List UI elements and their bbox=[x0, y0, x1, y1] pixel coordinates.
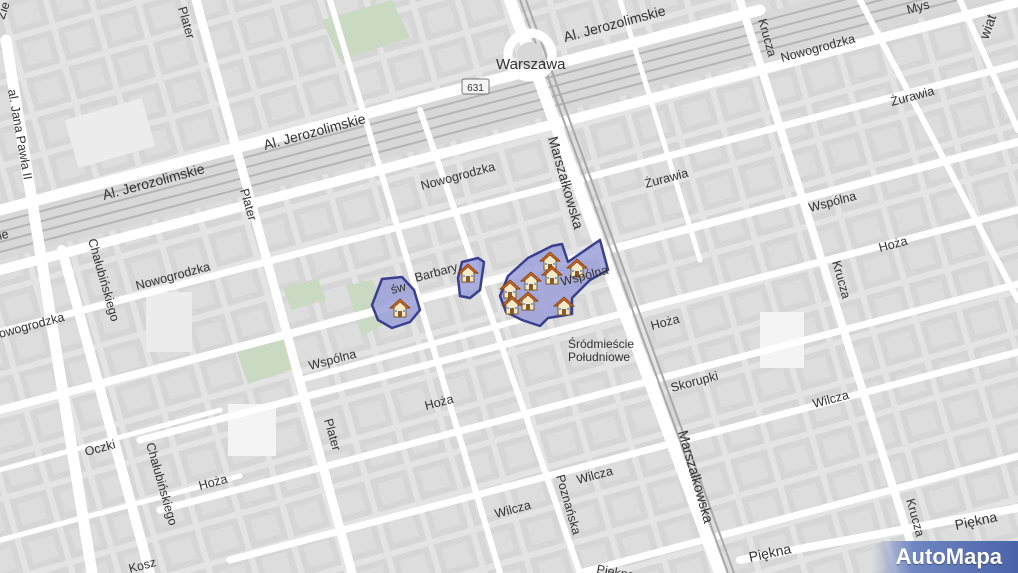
attribution-logo[interactable]: AutoMapa bbox=[872, 541, 1018, 573]
attribution-text: AutoMapa bbox=[895, 544, 1002, 569]
map-view[interactable]: 631 Warszawa Śródmieście Południowe Al. … bbox=[0, 0, 1018, 573]
map-canvas[interactable]: 631 Warszawa Śródmieście Południowe Al. … bbox=[0, 0, 1018, 573]
city-label: Warszawa bbox=[496, 56, 566, 73]
building bbox=[146, 292, 192, 352]
district-label-line1: Śródmieście bbox=[568, 336, 634, 351]
route-shield-number: 631 bbox=[467, 83, 484, 94]
district-label-line2: Południowe bbox=[568, 350, 630, 364]
route-shield: 631 bbox=[461, 78, 490, 95]
